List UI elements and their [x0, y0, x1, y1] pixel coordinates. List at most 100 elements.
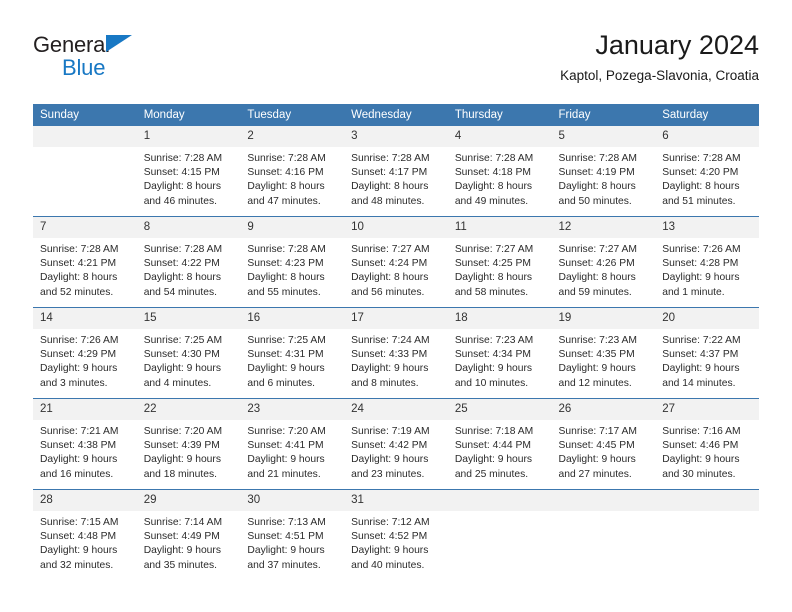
day-cell[interactable]: 28 Sunrise: 7:15 AM Sunset: 4:48 PM Dayl…	[33, 489, 137, 580]
sunrise-text: Sunrise: 7:28 AM	[558, 153, 637, 164]
daylight-text-line1: Daylight: 9 hours	[558, 454, 636, 466]
weekday-header-monday: Monday	[136, 104, 241, 126]
day-cell[interactable]: 2 Sunrise: 7:28 AM Sunset: 4:16 PM Dayli…	[240, 126, 345, 217]
day-cell[interactable]: 4 Sunrise: 7:28 AM Sunset: 4:18 PM Dayli…	[447, 126, 552, 217]
day-cell[interactable]: 21 Sunrise: 7:21 AM Sunset: 4:38 PM Dayl…	[33, 398, 137, 490]
weekday-header-saturday: Saturday	[655, 104, 759, 126]
daylight-text-line1: Daylight: 8 hours	[454, 181, 533, 193]
day-cell[interactable]: 23 Sunrise: 7:20 AM Sunset: 4:41 PM Dayl…	[240, 398, 345, 490]
daylight-text-line2: and 23 minutes.	[351, 468, 425, 480]
sunset-text: Sunset: 4:48 PM	[40, 531, 117, 543]
day-cell[interactable]: 1 Sunrise: 7:28 AM Sunset: 4:15 PM Dayli…	[136, 126, 241, 217]
day-number: 31	[344, 490, 448, 511]
daylight-text-line1: Daylight: 9 hours	[247, 454, 325, 466]
day-cell[interactable]: 29 Sunrise: 7:14 AM Sunset: 4:49 PM Dayl…	[136, 489, 241, 580]
daylight-text-line2: and 16 minutes.	[40, 468, 114, 480]
day-number: 16	[240, 308, 345, 329]
sunset-text: Sunset: 4:38 PM	[40, 440, 117, 452]
day-details: Sunrise: 7:28 AM Sunset: 4:21 PM Dayligh…	[33, 238, 137, 307]
day-cell[interactable]: 18 Sunrise: 7:23 AM Sunset: 4:34 PM Dayl…	[447, 307, 552, 399]
sunrise-text: Sunrise: 7:28 AM	[351, 153, 430, 164]
sunset-text: Sunset: 4:37 PM	[662, 349, 739, 361]
day-cell[interactable]: 31 Sunrise: 7:12 AM Sunset: 4:52 PM Dayl…	[344, 489, 448, 580]
daylight-text-line2: and 4 minutes.	[143, 377, 212, 389]
day-cell[interactable]: 5 Sunrise: 7:28 AM Sunset: 4:19 PM Dayli…	[551, 126, 656, 217]
day-cell[interactable]: 26 Sunrise: 7:17 AM Sunset: 4:45 PM Dayl…	[551, 398, 656, 490]
daylight-text-line1: Daylight: 9 hours	[247, 545, 325, 557]
day-cell[interactable]: 15 Sunrise: 7:25 AM Sunset: 4:30 PM Dayl…	[136, 307, 241, 399]
sunset-text: Sunset: 4:22 PM	[143, 258, 220, 270]
sunset-text: Sunset: 4:30 PM	[143, 349, 220, 361]
day-details: Sunrise: 7:28 AM Sunset: 4:19 PM Dayligh…	[552, 147, 656, 216]
day-cell[interactable]: 8 Sunrise: 7:28 AM Sunset: 4:22 PM Dayli…	[136, 216, 241, 308]
daylight-text-line2: and 30 minutes.	[662, 468, 736, 480]
sunrise-text: Sunrise: 7:22 AM	[662, 335, 741, 346]
day-cell[interactable]: 25 Sunrise: 7:18 AM Sunset: 4:44 PM Dayl…	[447, 398, 552, 490]
day-cell[interactable]: 6 Sunrise: 7:28 AM Sunset: 4:20 PM Dayli…	[655, 126, 759, 217]
day-number: 18	[447, 308, 552, 329]
day-details: Sunrise: 7:28 AM Sunset: 4:16 PM Dayligh…	[240, 147, 344, 216]
day-number: 17	[344, 308, 448, 329]
sunrise-text: Sunrise: 7:25 AM	[143, 335, 223, 346]
day-details: Sunrise: 7:23 AM Sunset: 4:34 PM Dayligh…	[448, 329, 552, 398]
day-cell[interactable]: 11 Sunrise: 7:27 AM Sunset: 4:25 PM Dayl…	[447, 216, 552, 308]
day-cell[interactable]	[551, 489, 656, 580]
sunrise-text: Sunrise: 7:13 AM	[247, 517, 326, 528]
sunset-text: Sunset: 4:20 PM	[662, 167, 739, 179]
day-number: 6	[655, 126, 759, 147]
title-block: January 2024 Kaptol, Pozega-Slavonia, Cr…	[560, 28, 759, 86]
day-cell[interactable]: 27 Sunrise: 7:16 AM Sunset: 4:46 PM Dayl…	[655, 398, 759, 490]
daylight-text-line1: Daylight: 8 hours	[558, 272, 636, 284]
day-details: Sunrise: 7:13 AM Sunset: 4:51 PM Dayligh…	[240, 511, 344, 580]
day-cell[interactable]: 22 Sunrise: 7:20 AM Sunset: 4:39 PM Dayl…	[136, 398, 241, 490]
day-number: 29	[136, 490, 241, 511]
daylight-text-line2: and 32 minutes.	[40, 559, 114, 571]
day-cell[interactable]: 10 Sunrise: 7:27 AM Sunset: 4:24 PM Dayl…	[344, 216, 448, 308]
day-number: 14	[33, 308, 137, 329]
sunset-text: Sunset: 4:45 PM	[558, 440, 635, 452]
sunrise-text: Sunrise: 7:14 AM	[143, 517, 223, 528]
sunrise-text: Sunrise: 7:17 AM	[558, 426, 637, 437]
day-number: 28	[33, 490, 137, 511]
day-cell[interactable]: 19 Sunrise: 7:23 AM Sunset: 4:35 PM Dayl…	[551, 307, 656, 399]
day-cell[interactable]	[33, 126, 137, 217]
day-cell[interactable]: 16 Sunrise: 7:25 AM Sunset: 4:31 PM Dayl…	[240, 307, 345, 399]
day-number: 24	[344, 399, 448, 420]
day-cell[interactable]: 24 Sunrise: 7:19 AM Sunset: 4:42 PM Dayl…	[344, 398, 448, 490]
day-cell[interactable]: 3 Sunrise: 7:28 AM Sunset: 4:17 PM Dayli…	[344, 126, 448, 217]
calendar-body: 1 Sunrise: 7:28 AM Sunset: 4:15 PM Dayli…	[33, 126, 759, 580]
sunrise-text: Sunrise: 7:12 AM	[351, 517, 430, 528]
daylight-text-line1: Daylight: 9 hours	[351, 363, 429, 375]
daylight-text-line2: and 1 minute.	[662, 286, 725, 298]
sunset-text: Sunset: 4:29 PM	[40, 349, 117, 361]
day-cell[interactable]	[655, 489, 759, 580]
day-number: 21	[33, 399, 137, 420]
sunset-text: Sunset: 4:28 PM	[662, 258, 739, 270]
weekday-header-tuesday: Tuesday	[240, 104, 345, 126]
day-cell[interactable]: 9 Sunrise: 7:28 AM Sunset: 4:23 PM Dayli…	[240, 216, 345, 308]
sunrise-text: Sunrise: 7:28 AM	[247, 244, 326, 255]
day-number	[655, 490, 759, 511]
sunrise-text: Sunrise: 7:23 AM	[558, 335, 637, 346]
day-details: Sunrise: 7:15 AM Sunset: 4:48 PM Dayligh…	[33, 511, 137, 580]
day-details: Sunrise: 7:27 AM Sunset: 4:24 PM Dayligh…	[344, 238, 448, 307]
day-cell[interactable]: 30 Sunrise: 7:13 AM Sunset: 4:51 PM Dayl…	[240, 489, 345, 580]
day-cell[interactable]: 20 Sunrise: 7:22 AM Sunset: 4:37 PM Dayl…	[655, 307, 759, 399]
day-details: Sunrise: 7:19 AM Sunset: 4:42 PM Dayligh…	[344, 420, 448, 489]
sunset-text: Sunset: 4:24 PM	[351, 258, 428, 270]
daylight-text-line2: and 10 minutes.	[454, 377, 529, 389]
day-number	[33, 126, 137, 147]
day-number: 2	[240, 126, 345, 147]
day-cell[interactable]	[447, 489, 552, 580]
day-cell[interactable]: 12 Sunrise: 7:27 AM Sunset: 4:26 PM Dayl…	[551, 216, 656, 308]
day-cell[interactable]: 14 Sunrise: 7:26 AM Sunset: 4:29 PM Dayl…	[33, 307, 137, 399]
day-cell[interactable]: 13 Sunrise: 7:26 AM Sunset: 4:28 PM Dayl…	[655, 216, 759, 308]
logo-triangle-icon	[106, 35, 132, 52]
calendar-grid: Sunday Monday Tuesday Wednesday Thursday…	[33, 104, 759, 580]
sunset-text: Sunset: 4:25 PM	[454, 258, 531, 270]
sunrise-text: Sunrise: 7:25 AM	[247, 335, 326, 346]
day-cell[interactable]: 17 Sunrise: 7:24 AM Sunset: 4:33 PM Dayl…	[344, 307, 448, 399]
day-cell[interactable]: 7 Sunrise: 7:28 AM Sunset: 4:21 PM Dayli…	[33, 216, 137, 308]
sunset-text: Sunset: 4:21 PM	[40, 258, 117, 270]
page-title: January 2024	[595, 30, 759, 60]
